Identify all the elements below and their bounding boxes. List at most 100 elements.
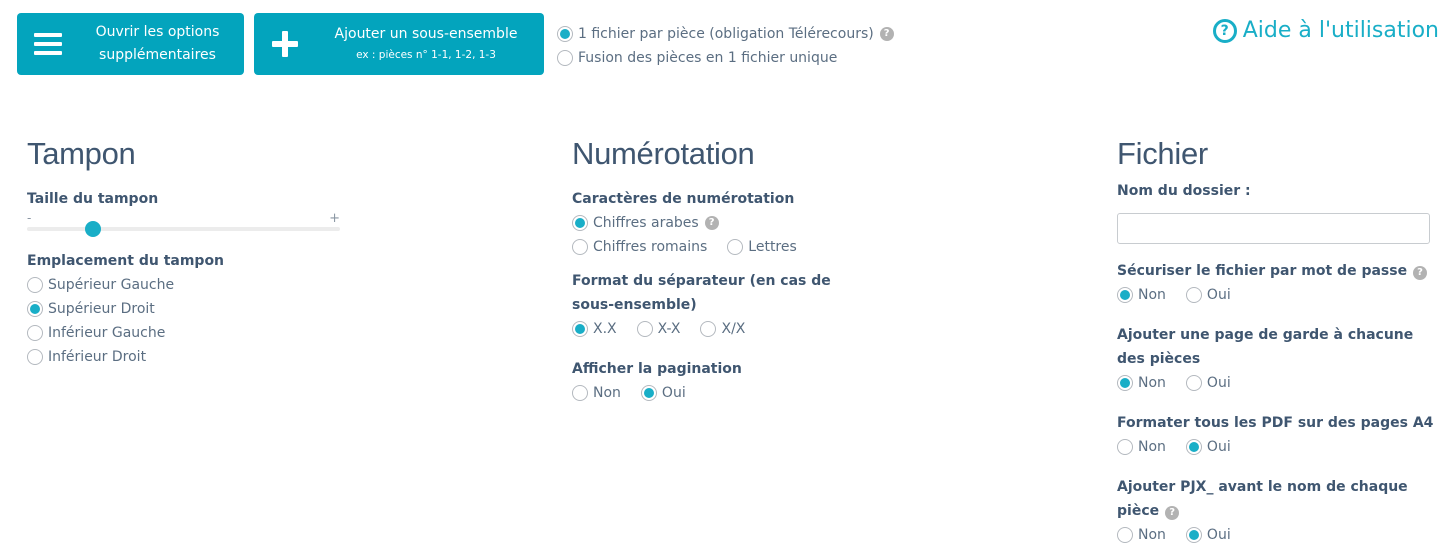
radio-chiffres-arabes[interactable] — [572, 215, 588, 231]
location-option[interactable]: Supérieur Droit — [27, 297, 347, 321]
oui-label: Oui — [1206, 375, 1231, 391]
slider-thumb[interactable] — [84, 221, 101, 237]
location-option[interactable]: Supérieur Gauche — [27, 273, 347, 297]
separator-option-label: X/X — [721, 321, 746, 337]
fichier-title: Fichier — [1117, 136, 1208, 171]
question-circle-icon: ? — [1212, 18, 1237, 43]
password-option-non[interactable]: Non — [1117, 283, 1166, 307]
radio-inferieur-droit[interactable] — [27, 349, 43, 365]
radio-separator-dash[interactable] — [636, 321, 653, 337]
radio-superieur-gauche[interactable] — [27, 277, 43, 293]
radio-chiffres-romains[interactable] — [572, 239, 588, 255]
separator-option[interactable]: X.X — [572, 317, 617, 341]
add-subset-main-label: Ajouter un sous-ensemble — [334, 25, 518, 42]
location-option[interactable]: Inférieur Droit — [27, 345, 347, 369]
file-mode-option-merge[interactable]: Fusion des pièces en 1 fichier unique — [557, 46, 894, 70]
separator-option[interactable]: X-X — [636, 317, 681, 341]
stamp-size-label: Taille du tampon — [27, 191, 159, 207]
password-option-oui[interactable]: Oui — [1185, 283, 1231, 307]
a4-option-oui[interactable]: Oui — [1185, 435, 1231, 459]
per-piece-label: 1 fichier par pièce (obligation Téléreco… — [578, 26, 874, 42]
open-options-button[interactable]: Ouvrir les options supplémentaires — [17, 13, 244, 75]
oui-label: Oui — [1206, 287, 1231, 303]
prefix-label: Ajouter PJX_ avant le nom de chaque pièc… — [1117, 475, 1417, 523]
password-label: Sécuriser le fichier par mot de passe? — [1117, 259, 1437, 283]
file-mode-group: 1 fichier par pièce (obligation Téléreco… — [557, 22, 894, 70]
location-option[interactable]: Inférieur Gauche — [27, 321, 347, 345]
numerotation-title: Numérotation — [572, 136, 755, 171]
stamp-location-label: Emplacement du tampon — [27, 253, 225, 269]
slider-min-label: - — [27, 211, 32, 225]
non-label: Non — [593, 385, 621, 401]
radio-prefix-non[interactable] — [1117, 527, 1133, 543]
cover-option-oui[interactable]: Oui — [1185, 371, 1231, 395]
radio-pagination-oui[interactable] — [640, 385, 657, 401]
radio-a4-non[interactable] — [1117, 439, 1133, 455]
hamburger-menu-icon — [17, 32, 79, 56]
radio-merge[interactable] — [557, 50, 573, 66]
separator-option-label: X-X — [657, 321, 681, 337]
chars-option-arabic[interactable]: Chiffres arabes ? — [572, 211, 882, 235]
merge-label: Fusion des pièces en 1 fichier unique — [578, 50, 838, 66]
radio-password-oui[interactable] — [1185, 287, 1202, 303]
open-options-label: Ouvrir les options supplémentaires — [79, 23, 244, 65]
help-icon[interactable]: ? — [1413, 266, 1428, 280]
non-label: Non — [1138, 439, 1166, 455]
prefix-option-oui[interactable]: Oui — [1185, 523, 1231, 547]
non-label: Non — [1138, 287, 1166, 303]
radio-inferieur-gauche[interactable] — [27, 325, 43, 341]
separator-option[interactable]: X/X — [700, 317, 745, 341]
letters-label: Lettres — [748, 239, 797, 255]
non-label: Non — [1138, 375, 1166, 391]
fichier-section: Fichier Nom du dossier : Sécuriser le fi… — [1117, 135, 1437, 547]
a4-format-label: Formater tous les PDF sur des pages A4 — [1117, 415, 1434, 431]
plus-icon — [254, 31, 316, 57]
radio-cover-non[interactable] — [1117, 375, 1133, 391]
stamp-location-group: Supérieur Gauche Supérieur Droit Inférie… — [27, 273, 347, 369]
a4-option-non[interactable]: Non — [1117, 435, 1166, 459]
cover-option-non[interactable]: Non — [1117, 371, 1166, 395]
radio-superieur-droit[interactable] — [27, 301, 43, 317]
prefix-option-non[interactable]: Non — [1117, 523, 1166, 547]
radio-per-piece[interactable] — [557, 26, 573, 42]
tampon-title: Tampon — [27, 136, 136, 171]
folder-name-label: Nom du dossier : — [1117, 183, 1251, 199]
radio-lettres[interactable] — [727, 239, 744, 255]
slider-track[interactable] — [27, 227, 340, 231]
radio-a4-oui[interactable] — [1185, 439, 1202, 455]
open-options-line1: Ouvrir les options — [95, 24, 220, 40]
numerotation-section: Numérotation Caractères de numérotation … — [572, 135, 882, 405]
pagination-option-non[interactable]: Non — [572, 381, 621, 405]
location-label: Supérieur Droit — [48, 301, 155, 317]
pagination-label: Afficher la pagination — [572, 361, 742, 377]
add-subset-example: ex : pièces n° 1-1, 1-2, 1-3 — [356, 48, 496, 61]
help-icon[interactable]: ? — [1165, 506, 1180, 520]
folder-name-input[interactable] — [1117, 213, 1430, 244]
open-options-line2: supplémentaires — [99, 47, 216, 63]
stamp-size-slider[interactable]: - + — [27, 211, 340, 237]
add-subset-button[interactable]: Ajouter un sous-ensemble ex : pièces n° … — [254, 13, 544, 75]
password-label-text: Sécuriser le fichier par mot de passe — [1117, 263, 1408, 279]
radio-cover-oui[interactable] — [1185, 375, 1202, 391]
add-subset-label: Ajouter un sous-ensemble ex : pièces n° … — [316, 25, 544, 64]
file-mode-option-per-piece[interactable]: 1 fichier par pièce (obligation Téléreco… — [557, 22, 894, 46]
roman-label: Chiffres romains — [593, 239, 708, 255]
non-label: Non — [1138, 527, 1166, 543]
pagination-option-oui[interactable]: Oui — [640, 381, 686, 405]
oui-label: Oui — [661, 385, 686, 401]
radio-prefix-oui[interactable] — [1185, 527, 1202, 543]
chars-label: Caractères de numérotation — [572, 191, 795, 207]
help-icon[interactable]: ? — [704, 216, 719, 230]
oui-label: Oui — [1206, 439, 1231, 455]
radio-separator-dot[interactable] — [572, 321, 588, 337]
radio-separator-slash[interactable] — [700, 321, 717, 337]
help-icon[interactable]: ? — [879, 27, 894, 41]
chars-option-roman[interactable]: Chiffres romains — [572, 235, 707, 259]
help-link-label: Aide à l'utilisation — [1242, 18, 1439, 43]
radio-password-non[interactable] — [1117, 287, 1133, 303]
slider-max-label: + — [329, 211, 340, 226]
radio-pagination-non[interactable] — [572, 385, 588, 401]
prefix-label-text: Ajouter PJX_ avant le nom de chaque pièc… — [1117, 479, 1408, 519]
chars-option-letters[interactable]: Lettres — [727, 235, 797, 259]
help-link[interactable]: ? Aide à l'utilisation — [1212, 18, 1439, 43]
